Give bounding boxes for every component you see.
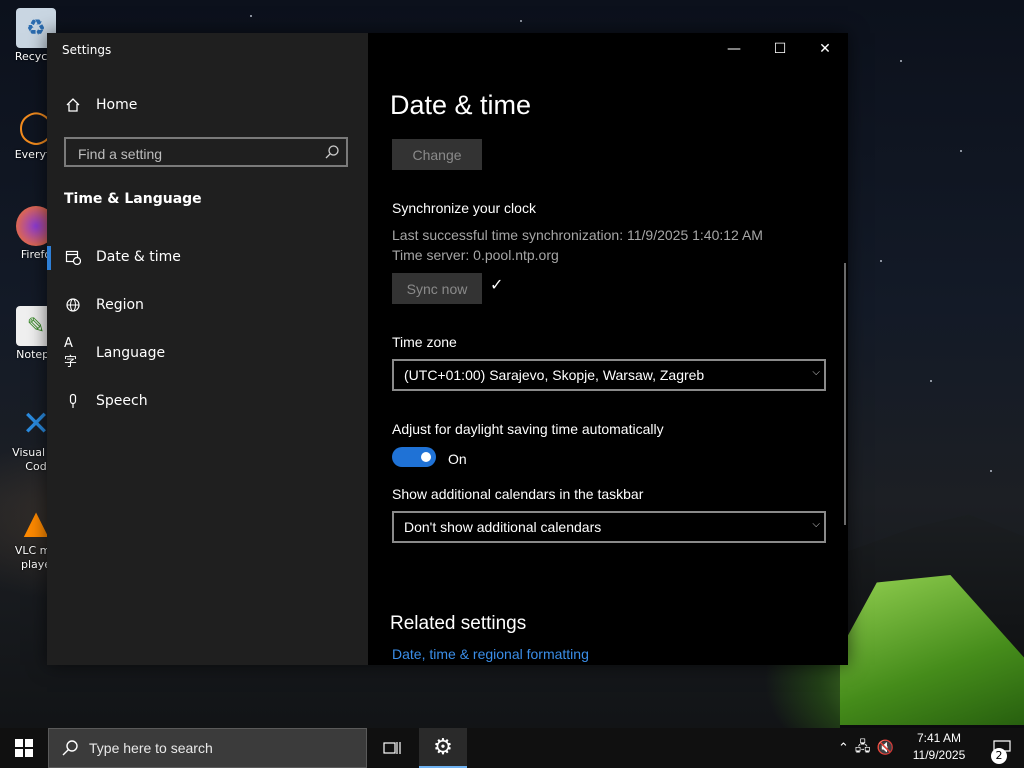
home-icon: [64, 96, 82, 114]
volume-muted-icon[interactable]: 🔇: [877, 740, 894, 756]
language-icon: A字: [64, 336, 78, 370]
dst-toggle[interactable]: [392, 447, 436, 467]
calendar-clock-icon: [64, 248, 82, 266]
settings-search-box[interactable]: [64, 137, 348, 167]
dst-state: On: [448, 451, 467, 467]
content-scrollbar[interactable]: [844, 263, 846, 525]
timezone-dropdown[interactable]: (UTC+01:00) Sarajevo, Skopje, Warsaw, Za…: [392, 359, 826, 391]
sidebar-item-language[interactable]: A字 Language: [64, 336, 166, 370]
sidebar-item-region[interactable]: Region: [64, 296, 144, 314]
settings-content: Date & time Change Synchronize your cloc…: [368, 33, 848, 665]
gear-icon: ⚙: [433, 734, 453, 760]
timezone-value: (UTC+01:00) Sarajevo, Skopje, Warsaw, Za…: [404, 367, 705, 383]
chevron-down-icon: ⌵: [812, 519, 820, 530]
clock-time: 7:41 AM: [916, 731, 962, 745]
taskbar-settings-app[interactable]: ⚙: [419, 728, 467, 768]
sidebar-item-date-time[interactable]: Date & time: [64, 248, 181, 266]
page-title: Date & time: [390, 90, 532, 120]
settings-search-input[interactable]: [76, 143, 320, 165]
taskbar: Type here to search ⚙ ⌃ 🖧 🔇 7:41 AM 11/9…: [0, 728, 1024, 768]
clock-date: 11/9/2025: [912, 748, 966, 762]
sync-success-check-icon: ✓: [490, 275, 504, 294]
calendars-dropdown[interactable]: Don't show additional calendars ⌵: [392, 511, 826, 543]
microphone-icon: [64, 392, 82, 410]
network-icon[interactable]: 🖧: [855, 736, 871, 760]
chevron-down-icon: ⌵: [812, 367, 820, 378]
sidebar-item-label: Date & time: [96, 249, 181, 265]
settings-window: Settings Home Time & Language Date & tim…: [47, 33, 848, 665]
nav-home-label: Home: [96, 97, 138, 113]
nav-home[interactable]: Home: [64, 96, 137, 114]
calendars-value: Don't show additional calendars: [404, 519, 602, 535]
time-server-text: Time server: 0.pool.ntp.org: [392, 247, 559, 263]
settings-sidebar: Settings Home Time & Language Date & tim…: [47, 33, 368, 665]
dst-label: Adjust for daylight saving time automati…: [392, 421, 664, 437]
sidebar-item-label: Speech: [96, 393, 148, 409]
sidebar-section-heading: Time & Language: [64, 191, 202, 207]
taskbar-search-placeholder: Type here to search: [89, 740, 213, 756]
sync-now-button[interactable]: Sync now: [392, 273, 482, 304]
system-tray: ⌃ 🖧 🔇: [838, 728, 894, 768]
toggle-knob: [421, 452, 431, 462]
globe-icon: [64, 296, 82, 314]
active-indicator: [47, 246, 51, 270]
task-view-button[interactable]: [368, 728, 416, 768]
search-icon: [62, 740, 78, 756]
start-button[interactable]: [0, 728, 48, 768]
change-button[interactable]: Change: [392, 139, 482, 170]
task-view-icon: [383, 742, 401, 754]
search-icon: [325, 145, 339, 159]
windows-logo-icon: [15, 739, 33, 757]
related-settings-title: Related settings: [390, 613, 527, 634]
date-time-regional-formatting-link[interactable]: Date, time & regional formatting: [392, 646, 589, 662]
taskbar-clock[interactable]: 7:41 AM 11/9/2025: [904, 730, 974, 764]
last-sync-text: Last successful time synchronization: 11…: [392, 227, 763, 243]
timezone-label: Time zone: [392, 334, 457, 350]
window-title: Settings: [62, 43, 112, 57]
sidebar-item-label: Region: [96, 297, 144, 313]
calendars-label: Show additional calendars in the taskbar: [392, 486, 644, 502]
sync-heading: Synchronize your clock: [392, 200, 536, 216]
sidebar-item-speech[interactable]: Speech: [64, 392, 148, 410]
sidebar-item-label: Language: [96, 345, 166, 361]
taskbar-search-box[interactable]: Type here to search: [48, 728, 367, 768]
notification-count-badge: 2: [991, 748, 1007, 764]
chevron-up-icon[interactable]: ⌃: [838, 741, 849, 756]
